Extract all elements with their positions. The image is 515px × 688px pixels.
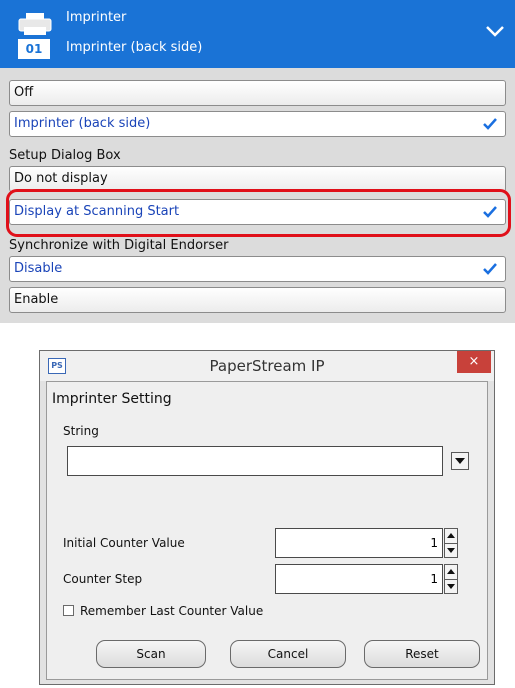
check-icon [483, 263, 497, 275]
dialog-body: Imprinter Setting String Initial Counter… [46, 381, 488, 680]
setup-dialog-label: Setup Dialog Box [9, 148, 121, 163]
dialog-title: PaperStream IP [209, 357, 325, 375]
imprinter-setting-heading: Imprinter Setting [52, 391, 172, 407]
header-subtitle: Imprinter (back side) [66, 40, 203, 55]
header-title: Imprinter [66, 10, 127, 25]
option-label: Disable [14, 261, 63, 276]
spin-up-icon[interactable] [445, 565, 457, 579]
imprinter-header[interactable]: 01 Imprinter Imprinter (back side) [0, 0, 515, 68]
initial-counter-input[interactable]: 1 [275, 528, 443, 558]
check-icon [483, 118, 497, 130]
string-dropdown-button[interactable] [451, 452, 469, 470]
initial-counter-label: Initial Counter Value [63, 536, 185, 550]
remember-counter-label: Remember Last Counter Value [80, 604, 264, 618]
chevron-down-icon[interactable] [485, 24, 505, 38]
digital-endorser-label: Synchronize with Digital Endorser [9, 238, 229, 253]
dialog-titlebar[interactable]: PS PaperStream IP × [40, 351, 494, 381]
scan-button[interactable]: Scan [96, 640, 206, 668]
imprinter-settings-panel: 01 Imprinter Imprinter (back side) Off I… [0, 0, 515, 323]
highlight-outline [6, 189, 511, 237]
cancel-button[interactable]: Cancel [230, 640, 346, 668]
option-label: Imprinter (back side) [14, 116, 151, 131]
option-off[interactable]: Off [9, 80, 506, 106]
counter-step-label: Counter Step [63, 572, 143, 586]
counter-step-input[interactable]: 1 [275, 564, 443, 594]
initial-counter-spinner[interactable] [444, 528, 458, 558]
paperstream-dialog: PS PaperStream IP × Imprinter Setting St… [39, 350, 495, 685]
option-label: Do not display [14, 171, 108, 186]
triangle-down-icon [455, 458, 465, 464]
option-disable[interactable]: Disable [9, 256, 506, 282]
option-imprinter-back-side[interactable]: Imprinter (back side) [9, 111, 506, 137]
printer-icon [18, 13, 52, 35]
remember-counter-checkbox[interactable] [63, 605, 74, 616]
imprinter-number-badge: 01 [18, 39, 50, 59]
spin-down-icon[interactable] [445, 579, 457, 594]
reset-button[interactable]: Reset [364, 640, 480, 668]
string-input[interactable] [67, 446, 443, 476]
string-label: String [63, 424, 99, 438]
spin-down-icon[interactable] [445, 543, 457, 558]
close-button[interactable]: × [457, 351, 491, 373]
option-enable[interactable]: Enable [9, 287, 506, 313]
spin-up-icon[interactable] [445, 529, 457, 543]
option-label: Enable [14, 292, 59, 307]
counter-step-spinner[interactable] [444, 564, 458, 594]
option-label: Off [14, 85, 34, 100]
